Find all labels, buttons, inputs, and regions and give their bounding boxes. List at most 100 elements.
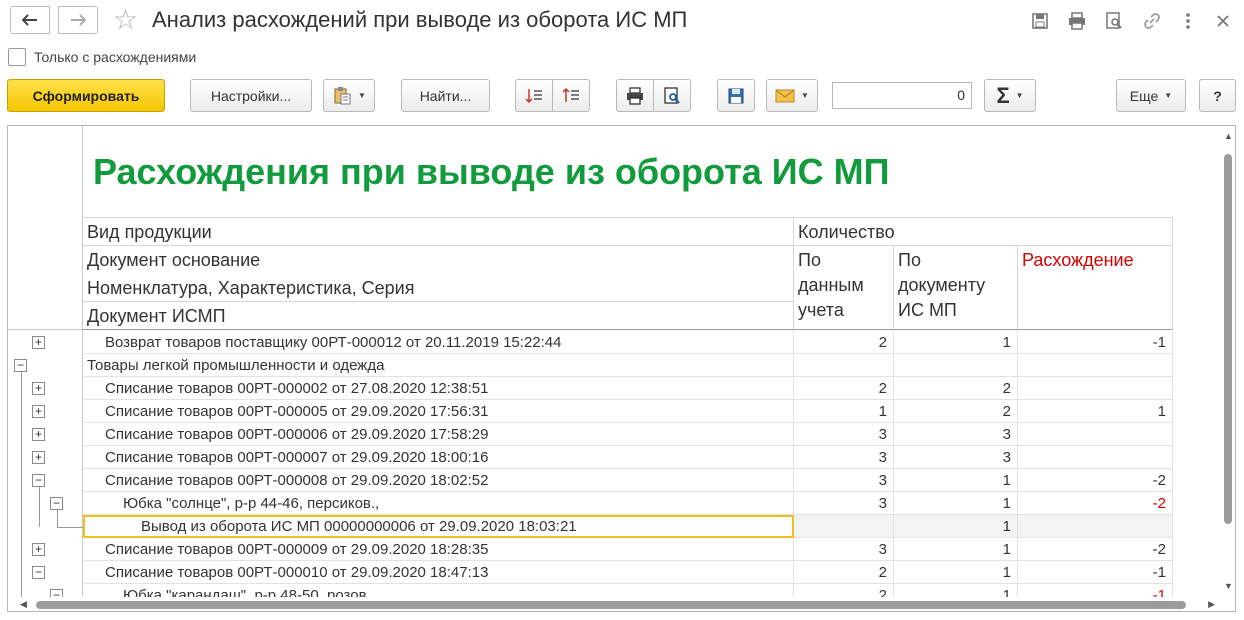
row-description[interactable]: Списание товаров 00РТ-000006 от 29.09.20… [83, 423, 794, 446]
row-description[interactable]: Списание товаров 00РТ-000007 от 29.09.20… [83, 446, 794, 469]
row-qty-accounting[interactable] [794, 354, 894, 377]
row-description[interactable]: Юбка "солнце", р-р 44-46, персиков., [83, 492, 794, 515]
collapse-group-icon[interactable]: − [32, 474, 45, 487]
generate-button[interactable]: Сформировать [7, 79, 165, 112]
row-qty-ismp[interactable]: 1 [894, 515, 1018, 538]
row-qty-ismp[interactable]: 1 [894, 469, 1018, 492]
vertical-scrollbar[interactable]: ▲ ▼ [1221, 126, 1235, 611]
row-qty-accounting[interactable] [794, 515, 894, 538]
row-description[interactable]: Товары легкой промышленности и одежда [83, 354, 794, 377]
print-icon[interactable] [1066, 10, 1088, 32]
row-qty-ismp[interactable]: 1 [894, 538, 1018, 561]
only-discrepancies-filter[interactable]: Только с расхождениями [8, 48, 196, 66]
expand-group-icon[interactable]: + [32, 428, 45, 441]
row-discrepancy[interactable]: -2 [1018, 538, 1173, 561]
table-row[interactable]: Списание товаров 00РТ-000002 от 27.08.20… [83, 377, 1173, 400]
table-row[interactable]: Списание товаров 00РТ-000008 от 29.09.20… [83, 469, 1173, 492]
vertical-scroll-thumb[interactable] [1224, 154, 1232, 524]
row-qty-ismp[interactable]: 2 [894, 400, 1018, 423]
table-row[interactable]: Списание товаров 00РТ-000009 от 29.09.20… [83, 538, 1173, 561]
row-discrepancy[interactable] [1018, 377, 1173, 400]
save-report-button[interactable] [717, 79, 755, 112]
table-row[interactable]: Возврат товаров поставщику 00РТ-000012 о… [83, 331, 1173, 354]
row-qty-accounting[interactable]: 3 [794, 469, 894, 492]
print-preview-button[interactable] [653, 79, 691, 112]
row-qty-accounting[interactable]: 2 [794, 561, 894, 584]
collapse-group-icon[interactable]: − [32, 566, 45, 579]
collapse-all-button[interactable] [552, 79, 590, 112]
settings-button[interactable]: Настройки... [190, 79, 312, 112]
row-discrepancy[interactable] [1018, 446, 1173, 469]
row-qty-accounting[interactable]: 2 [794, 377, 894, 400]
scroll-left-icon[interactable]: ◀ [20, 599, 27, 610]
expand-group-icon[interactable]: + [32, 543, 45, 556]
table-row[interactable]: Списание товаров 00РТ-000006 от 29.09.20… [83, 423, 1173, 446]
table-row[interactable]: Списание товаров 00РТ-000007 от 29.09.20… [83, 446, 1173, 469]
table-row[interactable]: Товары легкой промышленности и одежда [83, 354, 1173, 377]
only-discrepancies-checkbox[interactable] [8, 48, 26, 66]
row-discrepancy[interactable]: -1 [1018, 331, 1173, 354]
more-vertical-icon[interactable] [1177, 10, 1199, 32]
send-email-button[interactable]: ▼ [766, 79, 818, 112]
row-qty-ismp[interactable]: 1 [894, 492, 1018, 515]
row-discrepancy[interactable]: 1 [1018, 400, 1173, 423]
table-row[interactable]: Юбка "солнце", р-р 44-46, персиков., 3 1 -2 [83, 492, 1173, 515]
row-qty-accounting[interactable]: 3 [794, 492, 894, 515]
sum-mode-button[interactable]: Σ ▼ [984, 79, 1036, 112]
row-description[interactable]: Возврат товаров поставщику 00РТ-000012 о… [83, 331, 794, 354]
row-description[interactable]: Списание товаров 00РТ-000002 от 27.08.20… [83, 377, 794, 400]
row-qty-ismp[interactable]: 1 [894, 331, 1018, 354]
row-description[interactable]: Вывод из оборота ИС МП 00000000006 от 29… [83, 515, 794, 538]
row-discrepancy[interactable] [1018, 515, 1173, 538]
close-icon[interactable] [1212, 10, 1234, 32]
scroll-down-icon[interactable]: ▼ [1224, 581, 1233, 591]
header-discrepancy: Расхождение [1018, 246, 1173, 330]
row-qty-ismp[interactable]: 3 [894, 446, 1018, 469]
table-row[interactable]: Вывод из оборота ИС МП 00000000006 от 29… [83, 515, 1173, 538]
row-qty-ismp[interactable]: 3 [894, 423, 1018, 446]
expand-group-icon[interactable]: + [32, 382, 45, 395]
variants-dropdown-button[interactable]: ▼ [323, 79, 375, 112]
scroll-up-icon[interactable]: ▲ [1224, 131, 1233, 141]
save-icon[interactable] [1029, 10, 1051, 32]
horizontal-scroll-thumb[interactable] [36, 601, 1186, 609]
row-qty-accounting[interactable]: 3 [794, 538, 894, 561]
link-icon[interactable] [1141, 10, 1163, 32]
row-discrepancy[interactable]: -1 [1018, 561, 1173, 584]
report-spreadsheet[interactable]: Расхождения при выводе из оборота ИС МП … [7, 125, 1236, 612]
expand-group-icon[interactable]: + [32, 405, 45, 418]
row-discrepancy[interactable] [1018, 423, 1173, 446]
row-qty-accounting[interactable]: 2 [794, 331, 894, 354]
row-qty-ismp[interactable]: 1 [894, 561, 1018, 584]
back-button[interactable] [10, 6, 50, 34]
expand-all-button[interactable] [515, 79, 553, 112]
collapse-group-icon[interactable]: − [14, 359, 27, 372]
forward-button[interactable] [58, 6, 98, 34]
row-discrepancy[interactable]: -2 [1018, 492, 1173, 515]
row-qty-accounting[interactable]: 1 [794, 400, 894, 423]
row-qty-accounting[interactable]: 3 [794, 446, 894, 469]
scroll-right-icon[interactable]: ▶ [1208, 599, 1215, 610]
row-qty-ismp[interactable]: 2 [894, 377, 1018, 400]
row-discrepancy[interactable]: -2 [1018, 469, 1173, 492]
horizontal-scrollbar[interactable]: ◀ ▶ [8, 597, 1235, 611]
row-qty-ismp[interactable] [894, 354, 1018, 377]
find-button[interactable]: Найти... [401, 79, 490, 112]
print-button[interactable] [616, 79, 654, 112]
expand-group-icon[interactable]: + [32, 336, 45, 349]
help-button[interactable]: ? [1199, 79, 1236, 112]
preview-icon[interactable] [1103, 10, 1125, 32]
collapse-group-icon[interactable]: − [50, 497, 63, 510]
row-qty-accounting[interactable]: 3 [794, 423, 894, 446]
row-description[interactable]: Списание товаров 00РТ-000010 от 29.09.20… [83, 561, 794, 584]
table-row[interactable]: Списание товаров 00РТ-000010 от 29.09.20… [83, 561, 1173, 584]
row-discrepancy[interactable] [1018, 354, 1173, 377]
row-description[interactable]: Списание товаров 00РТ-000009 от 29.09.20… [83, 538, 794, 561]
selected-sum-field[interactable]: 0 [832, 82, 972, 109]
expand-group-icon[interactable]: + [32, 451, 45, 464]
table-row[interactable]: Списание товаров 00РТ-000005 от 29.09.20… [83, 400, 1173, 423]
favorite-star-icon[interactable]: ☆ [113, 4, 138, 36]
row-description[interactable]: Списание товаров 00РТ-000005 от 29.09.20… [83, 400, 794, 423]
more-button[interactable]: Еще ▼ [1116, 79, 1186, 112]
row-description[interactable]: Списание товаров 00РТ-000008 от 29.09.20… [83, 469, 794, 492]
